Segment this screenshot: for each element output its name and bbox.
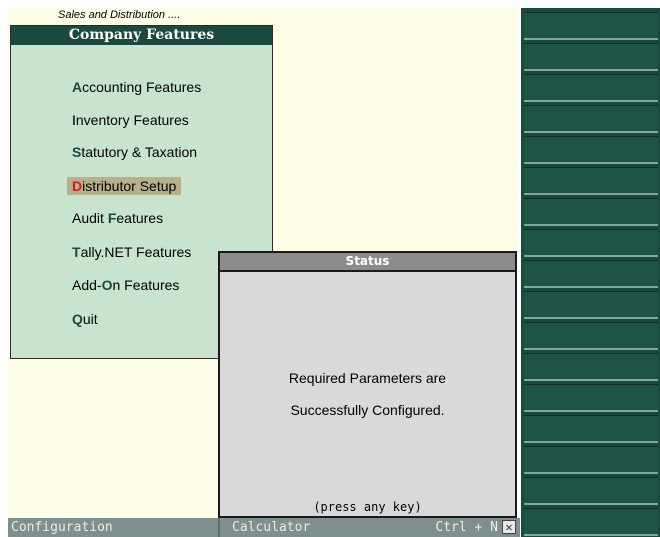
press-any-key-hint: (press any key) xyxy=(313,500,422,514)
side-button[interactable] xyxy=(524,43,658,71)
side-button[interactable] xyxy=(524,322,658,350)
close-icon[interactable]: ✕ xyxy=(502,520,516,534)
menu-item-add-on-features[interactable]: Add-On Features xyxy=(72,276,179,294)
side-button[interactable] xyxy=(524,415,658,443)
status-title: Status xyxy=(220,253,515,272)
configuration-label: Configuration xyxy=(11,520,113,535)
side-button[interactable] xyxy=(524,508,658,536)
calculator-shortcut: Ctrl + N xyxy=(435,520,498,535)
side-button[interactable] xyxy=(524,136,658,164)
side-button[interactable] xyxy=(524,12,658,40)
menu-title: Company Features xyxy=(11,26,272,45)
status-message-line-2: Successfully Configured. xyxy=(290,402,445,418)
menu-item-inventory-features[interactable]: Inventory Features xyxy=(72,111,189,129)
side-button[interactable] xyxy=(524,291,658,319)
side-button[interactable] xyxy=(524,105,658,133)
calculator-label: Calculator xyxy=(232,520,311,535)
side-button[interactable] xyxy=(524,229,658,257)
hotkey: T xyxy=(72,244,81,260)
side-button[interactable] xyxy=(524,353,658,381)
menu-item-tally-net-features[interactable]: Tally.NET Features xyxy=(72,243,191,261)
menu-item-accounting-features[interactable]: Accounting Features xyxy=(72,78,201,96)
side-button[interactable] xyxy=(524,477,658,505)
side-button[interactable] xyxy=(524,384,658,412)
status-message-line-1: Required Parameters are xyxy=(288,370,447,386)
company-subtitle: Sales and Distribution .... xyxy=(58,9,181,21)
status-dialog[interactable]: Status Required Parameters are Successfu… xyxy=(218,251,517,518)
side-button[interactable] xyxy=(524,167,658,195)
menu-item-statutory-taxation[interactable]: Statutory & Taxation xyxy=(72,143,197,161)
menu-item-quit[interactable]: Quit xyxy=(72,310,98,328)
hotkey: Q xyxy=(72,311,83,327)
hotkey: S xyxy=(72,144,82,160)
menu-item-audit-features[interactable]: Audit Features xyxy=(72,209,163,227)
menu-item-distributor-setup[interactable]: Distributor Setup xyxy=(67,177,182,195)
bottom-bar: Configuration Calculator Ctrl + N ✕ xyxy=(8,518,520,537)
side-button[interactable] xyxy=(524,446,658,474)
hotkey: O xyxy=(101,277,113,293)
side-button[interactable] xyxy=(524,74,658,102)
button-panel xyxy=(520,8,660,537)
side-button[interactable] xyxy=(524,260,658,288)
hotkey: D xyxy=(72,178,83,194)
side-button[interactable] xyxy=(524,198,658,226)
calculator-bar[interactable]: Calculator Ctrl + N ✕ xyxy=(218,518,520,537)
hotkey: A xyxy=(72,79,83,95)
